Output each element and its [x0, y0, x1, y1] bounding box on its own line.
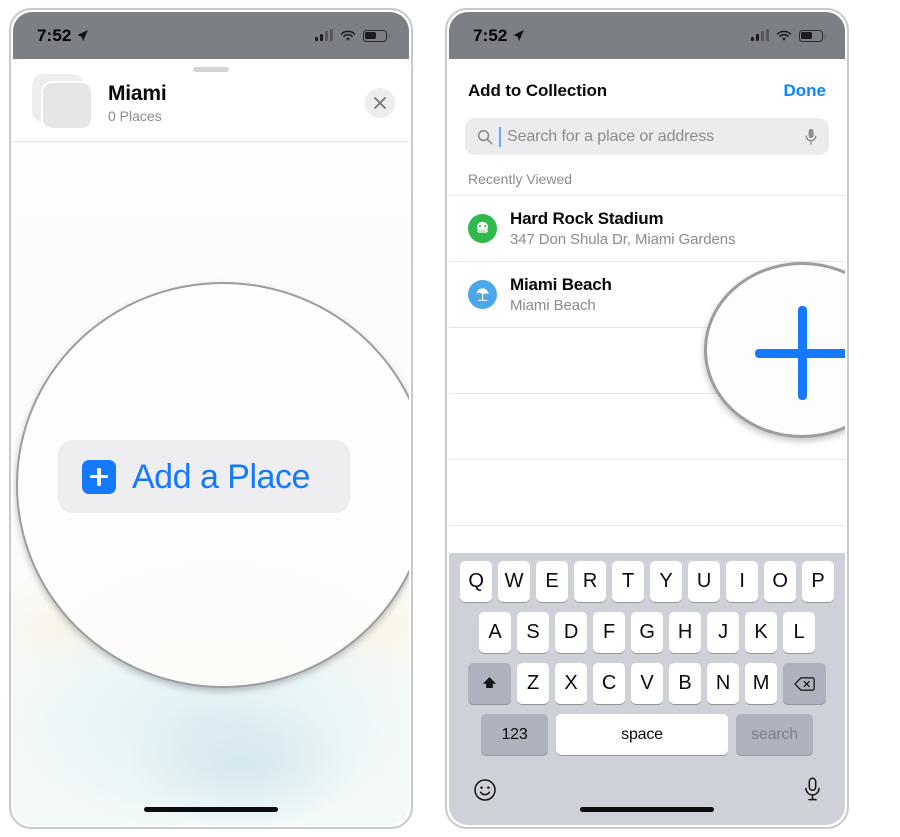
status-bar-time-group: 7:52	[37, 26, 89, 46]
key-q[interactable]: Q	[460, 561, 492, 602]
sheet-grabber-icon[interactable]	[193, 67, 229, 72]
collection-thumbnail-stack-icon	[32, 74, 94, 130]
status-bar-time: 7:52	[473, 25, 508, 45]
close-x-icon	[374, 97, 386, 109]
search-return-key[interactable]: search	[736, 714, 813, 755]
emoji-smiley-icon[interactable]	[473, 778, 497, 802]
collection-sheet-text: Miami 0 Places	[108, 82, 365, 124]
battery-icon	[799, 29, 826, 42]
space-key[interactable]: space	[556, 714, 728, 755]
right-phone-screen: 7:52 Add to Collection Done Search for a…	[449, 12, 845, 825]
right-phone-frame: 7:52 Add to Collection Done Search for a…	[445, 8, 849, 829]
recently-viewed-label: Recently Viewed	[468, 171, 573, 187]
key-z[interactable]: Z	[517, 663, 549, 704]
signal-bars-icon	[751, 29, 769, 41]
key-f[interactable]: F	[593, 612, 625, 653]
key-n[interactable]: N	[707, 663, 739, 704]
status-bar-time: 7:52	[37, 25, 72, 45]
add-to-collection-panel: Add to Collection Done Search for a plac…	[449, 59, 845, 825]
search-placeholder: Search for a place or address	[507, 127, 714, 145]
key-a[interactable]: A	[479, 612, 511, 653]
shift-key[interactable]	[468, 663, 511, 704]
wifi-icon	[340, 30, 356, 41]
battery-icon	[363, 29, 390, 42]
key-s[interactable]: S	[517, 612, 549, 653]
key-t[interactable]: T	[612, 561, 644, 602]
text-caret	[499, 126, 501, 147]
numbers-key[interactable]: 123	[481, 714, 548, 755]
list-item-title: Hard Rock Stadium	[510, 209, 664, 229]
done-button[interactable]: Done	[784, 81, 827, 101]
magnifier-callout-left: Add a Place	[16, 282, 409, 688]
key-b[interactable]: B	[669, 663, 701, 704]
key-h[interactable]: H	[669, 612, 701, 653]
beach-umbrella-icon	[468, 280, 497, 309]
status-bar-indicators	[751, 29, 826, 42]
panel-header: Add to Collection Done	[449, 59, 845, 101]
key-l[interactable]: L	[783, 612, 815, 653]
keyboard-row-3: Z X C V B N M	[449, 663, 845, 704]
key-x[interactable]: X	[555, 663, 587, 704]
backspace-delete-icon	[794, 676, 815, 691]
status-bar-time-group: 7:52	[473, 26, 525, 46]
list-item-subtitle: 347 Don Shula Dr, Miami Gardens	[510, 230, 736, 248]
collection-place-count: 0 Places	[108, 107, 162, 124]
list-item[interactable]: Hard Rock Stadium 347 Don Shula Dr, Miam…	[449, 196, 845, 262]
onscreen-keyboard: Q W E R T Y U I O P A S D F G H J K L Z …	[449, 553, 845, 825]
list-item-subtitle: Miami Beach	[510, 296, 596, 314]
key-y[interactable]: Y	[650, 561, 682, 602]
key-j[interactable]: J	[707, 612, 739, 653]
keyboard-row-2: A S D F G H J K L	[449, 612, 845, 653]
signal-bars-icon	[315, 29, 333, 41]
key-v[interactable]: V	[631, 663, 663, 704]
keyboard-row-4: 123 space search	[449, 714, 845, 755]
left-phone-frame: 7:52 Miami 0 Places Add a Place	[9, 8, 413, 829]
location-arrow-icon	[513, 30, 525, 41]
panel-title: Add to Collection	[468, 81, 608, 100]
key-m[interactable]: M	[745, 663, 777, 704]
key-w[interactable]: W	[498, 561, 530, 602]
list-item-title: Miami Beach	[510, 275, 612, 295]
key-o[interactable]: O	[764, 561, 796, 602]
large-plus-icon[interactable]	[755, 306, 845, 401]
key-c[interactable]: C	[593, 663, 625, 704]
keyboard-bottom-bar	[449, 765, 845, 802]
home-indicator[interactable]	[144, 807, 278, 812]
add-a-place-label: Add a Place	[132, 457, 310, 496]
status-bar: 7:52	[13, 12, 409, 59]
location-arrow-icon	[77, 30, 89, 41]
microphone-icon[interactable]	[805, 128, 817, 146]
key-e[interactable]: E	[536, 561, 568, 602]
wifi-icon	[776, 30, 792, 41]
key-k[interactable]: K	[745, 612, 777, 653]
close-sheet-button[interactable]	[365, 88, 395, 118]
key-u[interactable]: U	[688, 561, 720, 602]
add-a-place-button[interactable]: Add a Place	[58, 440, 350, 513]
home-indicator[interactable]	[580, 807, 714, 812]
shift-arrow-icon	[482, 677, 497, 688]
plus-square-icon	[82, 459, 116, 494]
collection-title: Miami	[108, 82, 167, 106]
search-magnifier-icon	[477, 129, 493, 144]
backspace-key[interactable]	[783, 663, 826, 704]
key-d[interactable]: D	[555, 612, 587, 653]
list-item-text: Miami Beach Miami Beach	[510, 275, 612, 313]
list-item-empty	[449, 460, 845, 526]
status-bar: 7:52	[449, 12, 845, 59]
keyboard-row-1: Q W E R T Y U I O P	[449, 561, 845, 602]
key-g[interactable]: G	[631, 612, 663, 653]
status-bar-indicators	[315, 29, 390, 42]
left-phone-screen: 7:52 Miami 0 Places Add a Place	[13, 12, 409, 825]
microphone-icon[interactable]	[804, 777, 821, 802]
collection-sheet-header: Miami 0 Places	[13, 59, 409, 142]
key-p[interactable]: P	[802, 561, 834, 602]
search-field[interactable]: Search for a place or address	[465, 118, 829, 155]
stadium-helmet-icon	[468, 214, 497, 243]
list-item-text: Hard Rock Stadium 347 Don Shula Dr, Miam…	[510, 209, 735, 247]
key-r[interactable]: R	[574, 561, 606, 602]
key-i[interactable]: I	[726, 561, 758, 602]
